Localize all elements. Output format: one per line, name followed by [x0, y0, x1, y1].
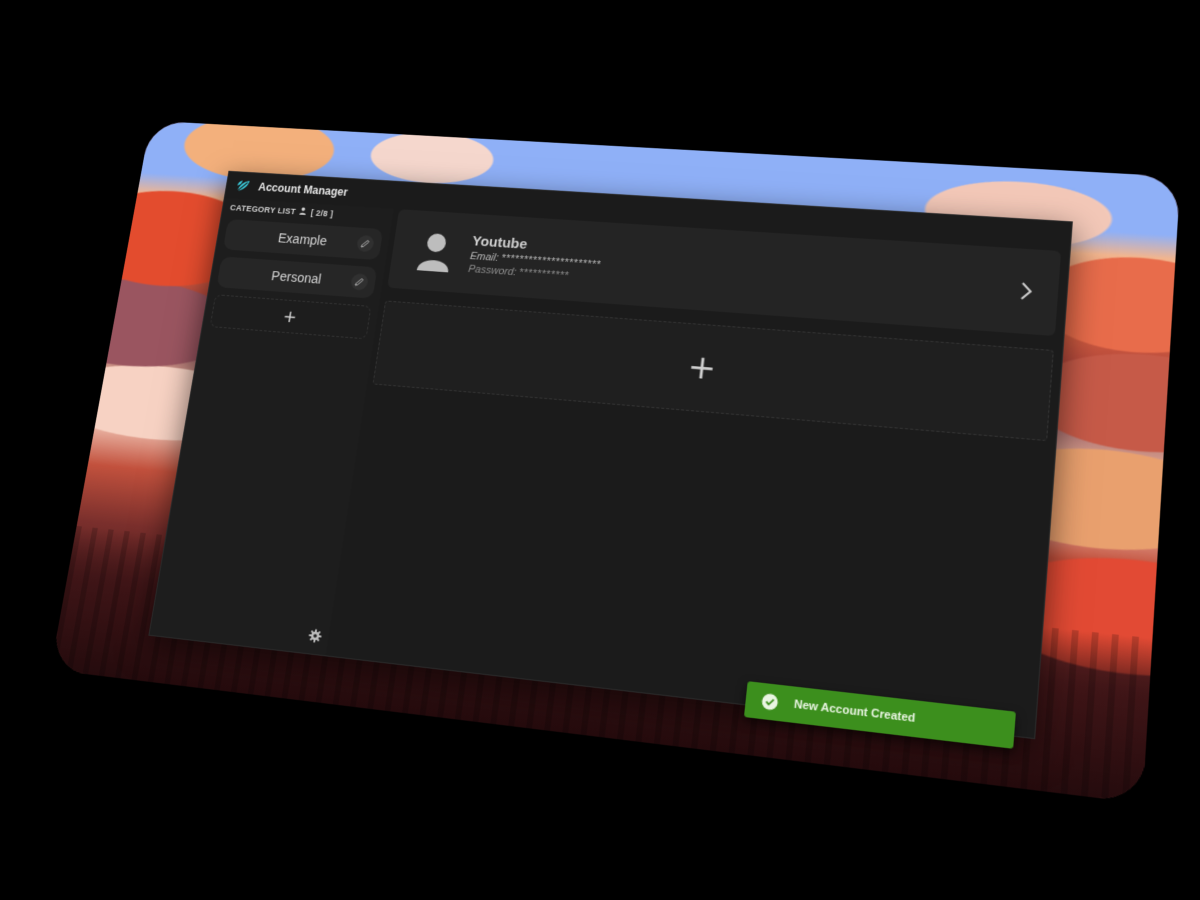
- toast-message: New Account Created: [793, 698, 916, 726]
- password-value: ***********: [518, 266, 570, 282]
- gear-icon[interactable]: [306, 627, 324, 645]
- device-frame: Account Manager — ☐ ✕ CATEGORY LIST [ 2: [50, 120, 1181, 804]
- add-category-button[interactable]: +: [209, 294, 372, 340]
- category-count: [ 2/8 ]: [310, 207, 334, 219]
- category-item-label: Personal: [270, 268, 323, 287]
- chevron-right-icon[interactable]: [1017, 279, 1036, 304]
- screen: Account Manager — ☐ ✕ CATEGORY LIST [ 2: [0, 0, 1200, 900]
- pencil-icon[interactable]: [356, 234, 375, 253]
- user-avatar-icon: [406, 224, 465, 279]
- category-list-label: CATEGORY LIST: [229, 202, 297, 216]
- user-icon: [299, 207, 309, 217]
- category-item-personal[interactable]: Personal: [216, 256, 378, 299]
- category-item-label: Example: [277, 230, 329, 249]
- leaf-icon: [234, 178, 252, 195]
- password-label: Password:: [467, 263, 518, 278]
- email-label: Email:: [469, 250, 500, 264]
- pencil-icon[interactable]: [350, 273, 369, 291]
- accounts-panel: Youtube Email: ********************** Pa…: [331, 209, 1062, 737]
- app-title: Account Manager: [257, 180, 349, 199]
- account-info: Youtube Email: ********************** Pa…: [468, 233, 605, 284]
- check-badge-icon: [759, 691, 780, 712]
